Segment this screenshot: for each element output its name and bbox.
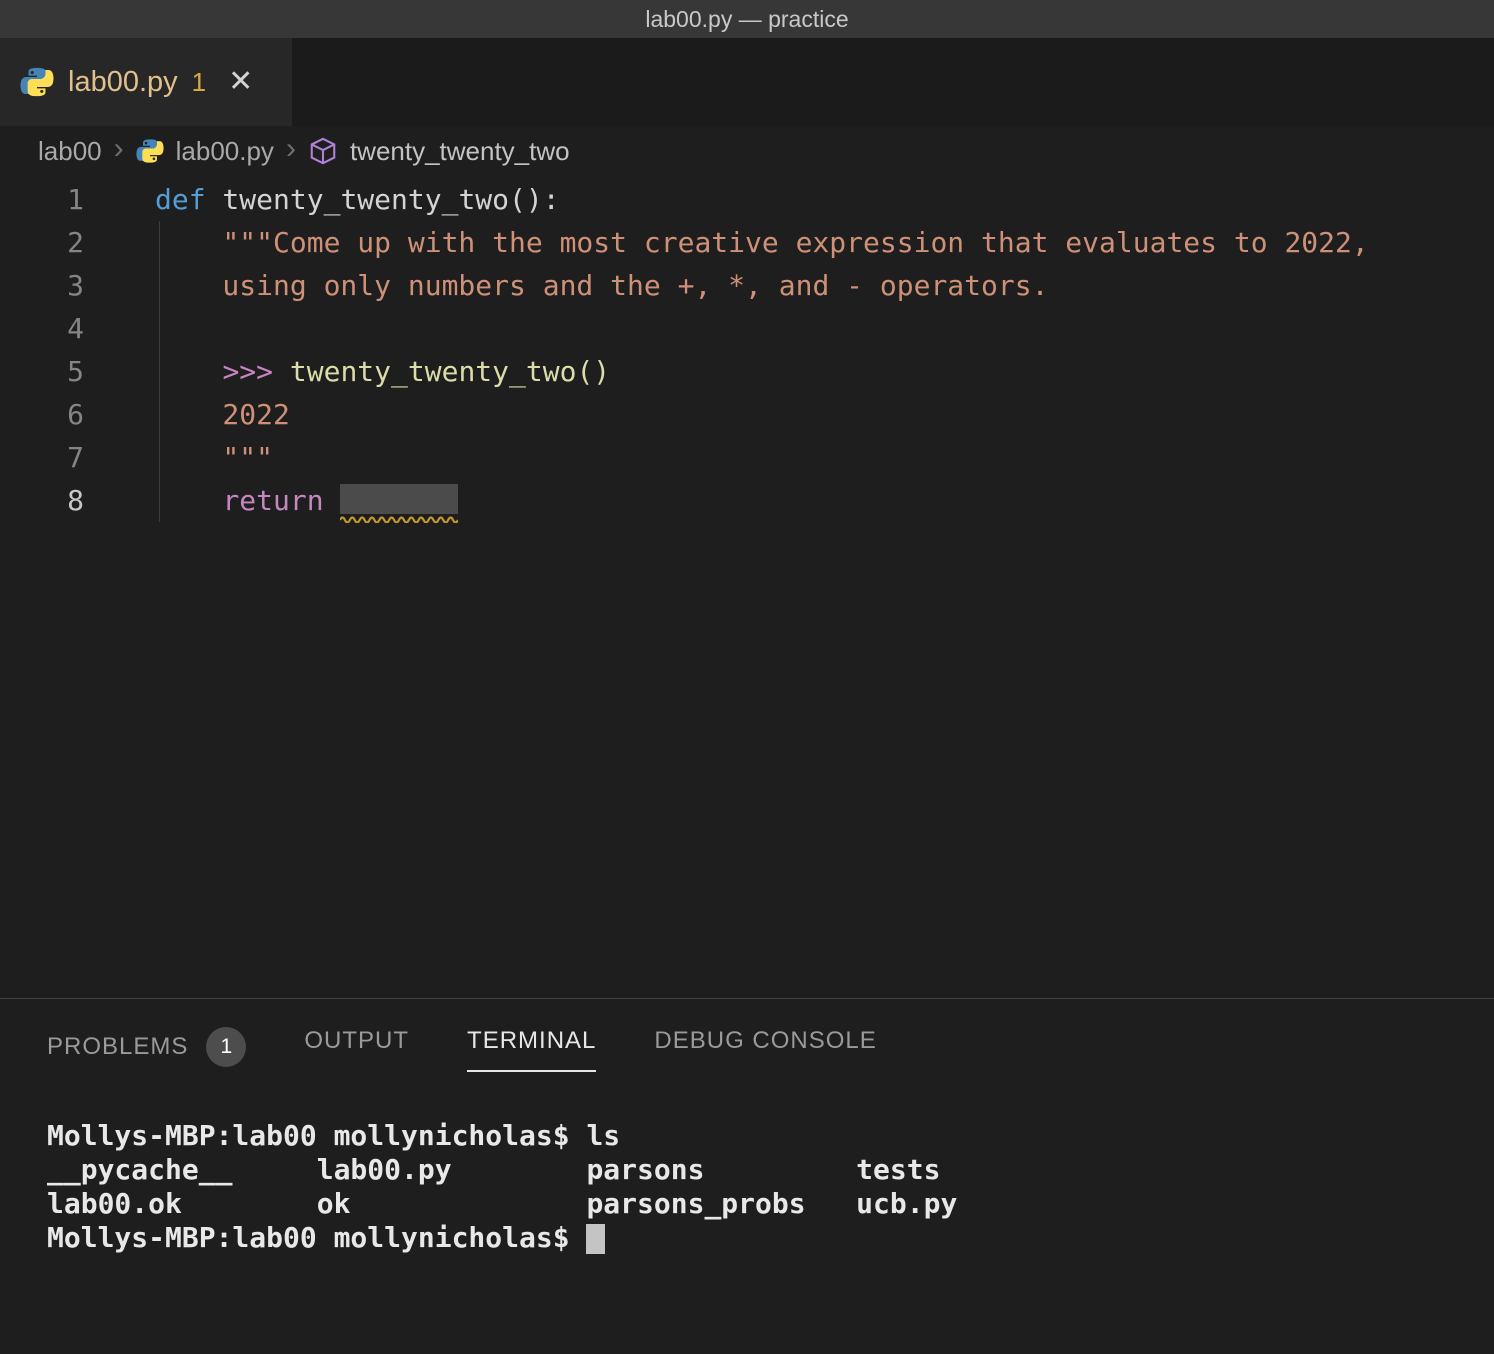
line-number: 4 (0, 307, 110, 350)
code-line[interactable]: 3 using only numbers and the +, *, and -… (0, 264, 1494, 307)
panel-tabs: PROBLEMS 1 OUTPUT TERMINAL DEBUG CONSOLE (0, 999, 1494, 1083)
tab-filename: lab00.py (68, 66, 178, 99)
panel-tab-problems[interactable]: PROBLEMS 1 (47, 1027, 246, 1084)
code-editor[interactable]: 1def twenty_twenty_two():2 """Come up wi… (0, 176, 1494, 998)
terminal-line: Mollys-MBP:lab00 mollynicholas$ (47, 1221, 1494, 1255)
terminal-cursor (586, 1224, 605, 1254)
panel-tab-label: PROBLEMS (47, 1033, 188, 1061)
line-number: 6 (0, 393, 110, 436)
code-line[interactable]: 2 """Come up with the most creative expr… (0, 221, 1494, 264)
line-number: 2 (0, 221, 110, 264)
breadcrumb: lab00 › lab00.py › twenty_twenty_two (0, 126, 1494, 176)
line-number: 5 (0, 350, 110, 393)
terminal-output[interactable]: Mollys-MBP:lab00 mollynicholas$ ls__pyca… (0, 1083, 1494, 1255)
code-line[interactable]: 6 2022 (0, 393, 1494, 436)
line-number: 7 (0, 436, 110, 479)
breadcrumb-file[interactable]: lab00.py (176, 136, 274, 167)
bottom-panel: PROBLEMS 1 OUTPUT TERMINAL DEBUG CONSOLE Mol… (0, 998, 1494, 1354)
code-line[interactable]: 4 (0, 307, 1494, 350)
code-line[interactable]: 5 >>> twenty_twenty_two() (0, 350, 1494, 393)
window-title: lab00.py — practice (645, 6, 848, 33)
panel-tab-terminal[interactable]: TERMINAL (467, 1027, 596, 1072)
panel-tab-label: OUTPUT (304, 1027, 409, 1055)
line-number: 3 (0, 264, 110, 307)
chevron-right-icon: › (286, 134, 296, 164)
editor-tab[interactable]: lab00.py 1 ✕ (0, 38, 292, 126)
terminal-line: Mollys-MBP:lab00 mollynicholas$ ls (47, 1119, 1494, 1153)
panel-tab-debug-console[interactable]: DEBUG CONSOLE (654, 1027, 876, 1072)
close-icon[interactable]: ✕ (228, 67, 253, 97)
window-titlebar: lab00.py — practice (0, 0, 1494, 38)
line-number: 1 (0, 178, 110, 221)
code-line[interactable]: 8 return (0, 479, 1494, 522)
tab-bar: lab00.py 1 ✕ (0, 38, 1494, 126)
breadcrumb-folder[interactable]: lab00 (38, 136, 102, 167)
breadcrumb-symbol[interactable]: twenty_twenty_two (350, 136, 570, 167)
python-icon (136, 137, 164, 165)
chevron-right-icon: › (114, 134, 124, 164)
code-lines: 1def twenty_twenty_two():2 """Come up wi… (0, 178, 1494, 522)
panel-tab-output[interactable]: OUTPUT (304, 1027, 409, 1072)
indent-guide (159, 221, 160, 522)
terminal-line: __pycache__ lab00.py parsons tests (47, 1153, 1494, 1187)
code-line[interactable]: 7 """ (0, 436, 1494, 479)
code-line[interactable]: 1def twenty_twenty_two(): (0, 178, 1494, 221)
line-number: 8 (0, 479, 110, 522)
terminal-line: lab00.ok ok parsons_probs ucb.py (47, 1187, 1494, 1221)
python-icon (20, 65, 54, 99)
symbol-cube-icon (308, 136, 338, 166)
panel-tab-label: DEBUG CONSOLE (654, 1027, 876, 1055)
panel-tab-label: TERMINAL (467, 1027, 596, 1055)
selected-placeholder-box[interactable] (340, 484, 458, 514)
tab-problem-badge: 1 (192, 67, 206, 98)
problems-count-badge: 1 (206, 1027, 246, 1067)
